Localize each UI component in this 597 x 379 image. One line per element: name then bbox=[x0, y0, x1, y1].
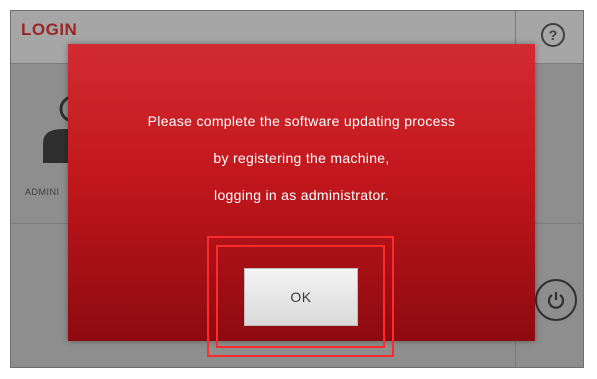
dialog-message-line: logging in as administrator. bbox=[214, 187, 389, 203]
dialog-message-line: Please complete the software updating pr… bbox=[147, 113, 456, 129]
user-tile-label: ADMINI bbox=[25, 187, 60, 197]
help-icon: ? bbox=[548, 27, 558, 43]
page-title: LOGIN bbox=[21, 20, 78, 39]
ok-button[interactable]: OK bbox=[244, 268, 358, 326]
power-button[interactable] bbox=[535, 279, 577, 321]
dialog-message-line: by registering the machine, bbox=[213, 150, 390, 166]
user-tile-administrator[interactable]: ADMINI bbox=[11, 63, 79, 223]
help-button[interactable]: ? bbox=[541, 23, 565, 47]
dialog-message: Please complete the software updating pr… bbox=[68, 103, 535, 214]
power-icon bbox=[547, 292, 565, 309]
